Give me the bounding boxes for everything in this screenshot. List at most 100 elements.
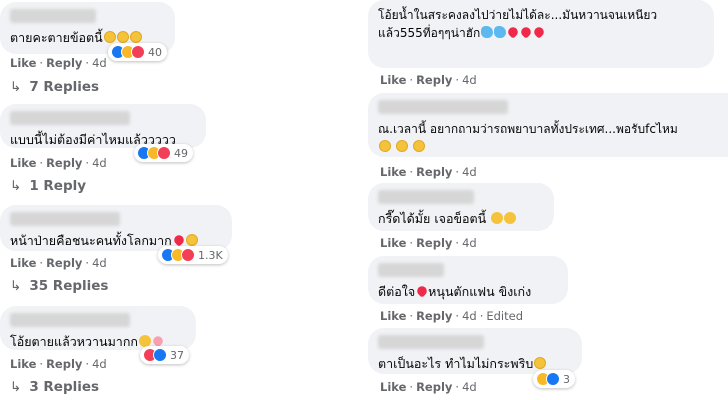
comment-actions: Like · Reply · 4d · Edited [380,309,523,323]
comment-actions: Like · Reply · 4d [380,380,477,394]
laughing-emoji-icon [129,31,142,43]
comment-bubble: ณ.เวลานี้ อยากถามว่ารถพยาบาลทั้งประเทศ..… [368,93,728,157]
comment-actions: Like · Reply · 4d [10,156,107,170]
heart-emoji-icon [532,25,547,39]
reply-arrow-icon: ↳ [10,379,22,395]
heart-emoji-icon [506,25,521,39]
blurred-author-name [10,9,96,23]
timestamp[interactable]: 4d [462,380,477,394]
blurred-author-name [10,111,130,125]
like-link[interactable]: Like [380,165,406,179]
comment-text: ณ.เวลานี้ อยากถามว่ารถพยาบาลทั้งประเทศ..… [378,122,678,136]
comment-actions: Like · Reply · 4d [10,357,107,371]
reaction-summary[interactable]: 49 [134,144,193,162]
comment-text: โอ้ยน้ำในสระคงลงไปว่ายไม่ได้ละ...มันหวาน… [378,8,658,22]
laughing-emoji-icon [379,140,391,152]
timestamp[interactable]: 4d [462,73,477,87]
reaction-count: 49 [174,146,188,160]
comment-actions: Like · Reply · 4d [380,236,477,250]
reply-link[interactable]: Reply [46,156,82,170]
comment-text: ตายคะตายข้อตนี้ [10,30,103,45]
timestamp[interactable]: 4d [92,357,107,371]
reaction-summary[interactable]: 1.3K [158,246,228,264]
reply-link[interactable]: Reply [416,236,452,250]
timestamp[interactable]: 4d [462,165,477,179]
comment: ตาเป็นอะไร ทำไมไม่กระพริบ 3 Like · Reply · 4… [368,328,582,394]
like-link[interactable]: Like [10,256,36,270]
timestamp[interactable]: 4d [92,56,107,70]
reaction-summary[interactable]: 40 [108,43,167,61]
view-replies-link[interactable]: ↳ 7 Replies [10,79,99,95]
comment-bubble: โอ้ยน้ำในสระคงลงไปว่ายไม่ได้ละ...มันหวาน… [368,0,714,68]
timestamp[interactable]: 4d [462,236,477,250]
view-replies-link[interactable]: ↳ 3 Replies [10,379,99,395]
blurred-author-name [10,313,130,327]
laughing-emoji-icon [395,140,408,152]
reply-link[interactable]: Reply [416,309,452,323]
view-replies-link[interactable]: ↳ 1 Reply [10,178,86,194]
comment-text: ดีต่อใจ [378,284,416,299]
comment-bubble: โอ้ยตายแล้วหวานมากก 37 [0,306,196,364]
comment: โอ้ยน้ำในสระคงลงไปว่ายไม่ได้ละ...มันหวาน… [368,0,714,87]
reply-link[interactable]: Reply [416,380,452,394]
comment-text: โอ้ยตายแล้วหวานมากก [10,334,138,349]
timestamp[interactable]: 4d [92,156,107,170]
like-link[interactable]: Like [380,380,406,394]
heart-eyes-emoji-icon [491,212,504,224]
like-reaction-icon [546,372,560,386]
like-link[interactable]: Like [380,73,406,87]
blurred-author-name [378,263,444,277]
like-link[interactable]: Like [380,236,406,250]
comment: หน้าป่ายคือชนะคนทั้งโลกมาก 1.3K Like · Rep… [0,205,232,294]
reply-link[interactable]: Reply [416,73,452,87]
reply-link[interactable]: Reply [46,256,82,270]
timestamp[interactable]: 4d [462,309,477,323]
heart-emoji-icon [415,284,429,298]
replies-count: 35 Replies [29,278,109,294]
replies-count: 7 Replies [29,79,100,95]
laughing-emoji-icon [103,31,116,43]
comment-text: ตาเป็นอะไร ทำไมไม่กระพริบ [378,356,534,371]
heart-emoji-icon [519,25,534,39]
like-link[interactable]: Like [10,156,36,170]
like-reaction-icon [153,348,167,362]
comment: กรี๊ดได้มั้ย เจอข็อตนี้ Like · Reply · 4d [368,183,554,250]
dolphin-emoji-icon [481,26,494,38]
comment-bubble: กรี๊ดได้มั้ย เจอข็อตนี้ [368,183,554,231]
comment: ดีต่อใจ หนุนตักแฟน ขิงเก่ง Like · Reply · 4d ·… [368,256,568,323]
replies-count: 3 Replies [29,379,100,395]
reply-arrow-icon: ↳ [10,178,22,194]
comment: ณ.เวลานี้ อยากถามว่ารถพยาบาลทั้งประเทศ..… [368,93,728,179]
comment-actions: Like · Reply · 4d [380,73,477,87]
replies-count: 1 Reply [29,178,87,194]
laughing-emoji-icon [412,140,425,152]
dolphin-emoji-icon [494,26,507,38]
comment: แบบนี้ไม่ต้องมีค่าไหมแล้ววววว 49 Like · Re… [0,104,206,194]
reply-link[interactable]: Reply [416,165,452,179]
love-reaction-icon [157,146,171,160]
view-replies-link[interactable]: ↳ 35 Replies [10,278,108,294]
like-link[interactable]: Like [10,56,36,70]
blurred-author-name [378,100,508,114]
reply-link[interactable]: Reply [46,357,82,371]
heart-emoji-icon [171,233,186,247]
like-link[interactable]: Like [10,357,36,371]
reaction-summary[interactable]: 3 [533,370,575,388]
comment: โอ้ยตายแล้วหวานมากก 37 Like · Reply · 4d ↳ 3 … [0,306,196,395]
laughing-emoji-icon [116,31,129,43]
laughing-emoji-icon [534,357,547,369]
blurred-author-name [378,190,474,204]
comment-text: หน้าป่ายคือชนะคนทั้งโลกมาก [10,233,172,248]
blurred-author-name [10,212,120,226]
reaction-summary[interactable]: 37 [140,346,189,364]
edited-label: Edited [486,309,523,323]
reply-arrow-icon: ↳ [10,79,22,95]
timestamp[interactable]: 4d [92,256,107,270]
reply-arrow-icon: ↳ [10,278,22,294]
reply-link[interactable]: Reply [46,56,82,70]
comment-bubble: แบบนี้ไม่ต้องมีค่าไหมแล้ววววว 49 [0,104,206,162]
comment-bubble: ดีต่อใจ หนุนตักแฟน ขิงเก่ง [368,256,568,304]
like-link[interactable]: Like [380,309,406,323]
comment-bubble: ตาเป็นอะไร ทำไมไม่กระพริบ 3 [368,328,582,388]
reaction-count: 37 [170,348,184,362]
